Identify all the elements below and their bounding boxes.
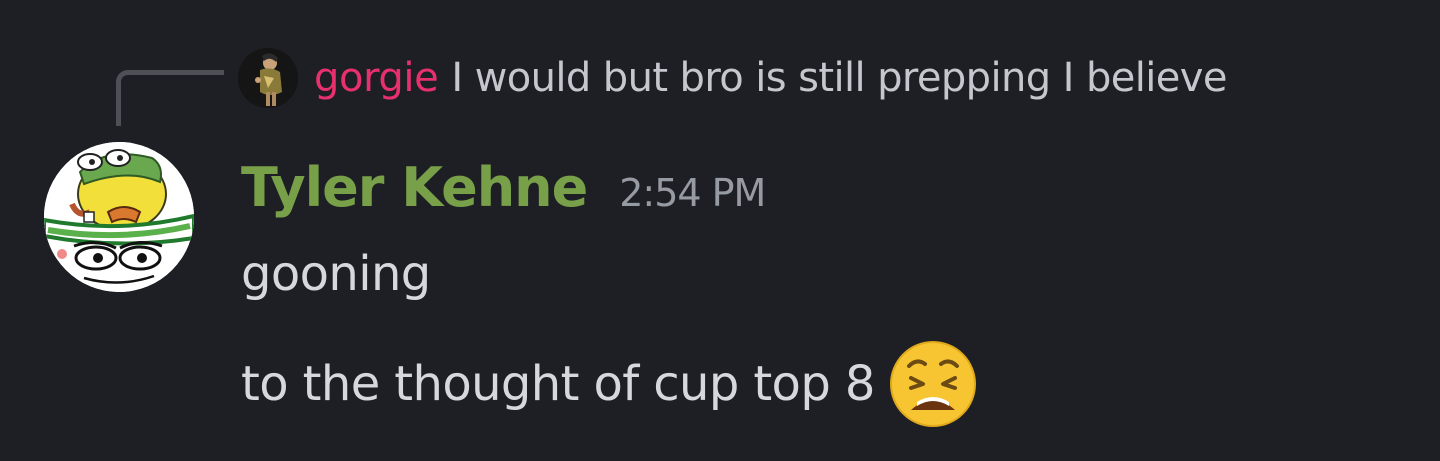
reply-message-text[interactable]: I would but bro is still prepping I beli… — [451, 55, 1227, 101]
message-timestamp: 2:54 PM — [619, 171, 766, 215]
reply-preview[interactable]: gorgie I would but bro is still prepping… — [238, 46, 1227, 110]
chat-message-view: gorgie I would but bro is still prepping… — [0, 0, 1440, 461]
message-line: to the thought of cup top 8 — [241, 356, 875, 412]
reply-author-name[interactable]: gorgie — [314, 55, 439, 101]
reply-connector-line — [116, 70, 224, 126]
author-avatar[interactable] — [44, 142, 194, 292]
weary-face-icon — [889, 340, 977, 428]
message-line: gooning — [241, 246, 431, 302]
message-header: Tyler Kehne 2:54 PM — [241, 156, 766, 226]
message-line-with-emoji: to the thought of cup top 8 — [241, 340, 977, 428]
reply-author-avatar[interactable] — [238, 48, 298, 108]
author-name[interactable]: Tyler Kehne — [241, 156, 588, 219]
